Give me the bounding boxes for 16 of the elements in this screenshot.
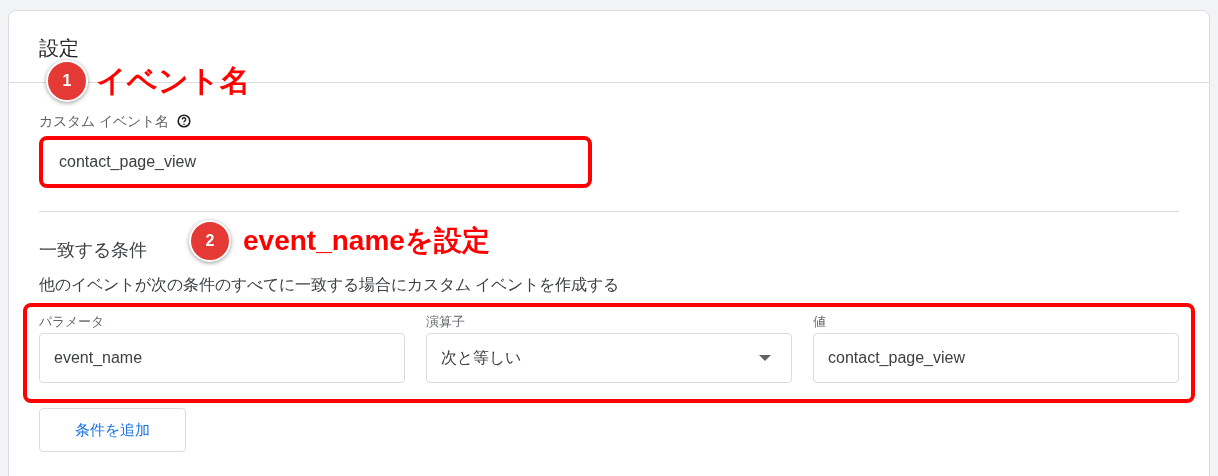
dropdown-caret-icon (759, 355, 771, 361)
annotation-label: イベント名 (96, 63, 250, 99)
field-label: パラメータ (39, 313, 105, 331)
input-field[interactable]: event_name (39, 333, 405, 383)
input-field[interactable]: contact_page_view (813, 333, 1179, 383)
card-title: 設定 (39, 37, 79, 59)
field-label: カスタム イベント名 (39, 112, 169, 130)
section-title: 一致する条件 (39, 240, 147, 260)
input-field[interactable]: contact_page_view (43, 140, 588, 184)
section-description: 他のイベントが次の条件のすべてに一致する場合にカスタム イベントを作成する (39, 275, 621, 295)
help-icon (176, 114, 191, 128)
operator-dropdown[interactable]: 次と等しい (426, 333, 792, 383)
annotation-label: event_nameを設定 (243, 224, 490, 258)
field-label: 値 (813, 313, 827, 331)
field-label: 演算子 (426, 313, 466, 331)
add-condition-button[interactable]: 条件を追加 (39, 408, 186, 452)
